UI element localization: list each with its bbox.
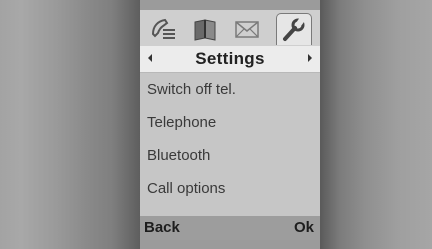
envelope-icon — [235, 21, 259, 38]
ok-softkey[interactable]: Ok — [294, 219, 314, 236]
wrench-icon — [283, 17, 305, 41]
menu-tab-bar — [140, 10, 320, 46]
arrow-right-icon[interactable] — [308, 54, 312, 62]
menu-item-telephone[interactable]: Telephone — [140, 106, 320, 139]
menu-item-switch-off[interactable]: Switch off tel. — [140, 73, 320, 106]
tab-phonebook[interactable] — [188, 14, 222, 44]
phone-icon — [151, 18, 175, 39]
back-softkey[interactable]: Back — [144, 219, 180, 236]
phone-bezel-left — [0, 0, 140, 249]
tab-messages[interactable] — [230, 14, 264, 44]
menu-item-call-options[interactable]: Call options — [140, 172, 320, 205]
book-icon — [194, 19, 216, 41]
settings-menu-list: Switch off tel. Telephone Bluetooth Call… — [140, 73, 320, 205]
settings-title-bar: Settings — [140, 46, 320, 73]
page-title: Settings — [195, 49, 265, 68]
softkey-bar: Back Ok — [140, 216, 320, 240]
tab-settings[interactable] — [276, 13, 312, 45]
tab-calls[interactable] — [146, 14, 180, 44]
phone-screen: Settings Switch off tel. Telephone Bluet… — [140, 10, 320, 240]
phone-bezel-right — [320, 0, 432, 249]
menu-item-bluetooth[interactable]: Bluetooth — [140, 139, 320, 172]
